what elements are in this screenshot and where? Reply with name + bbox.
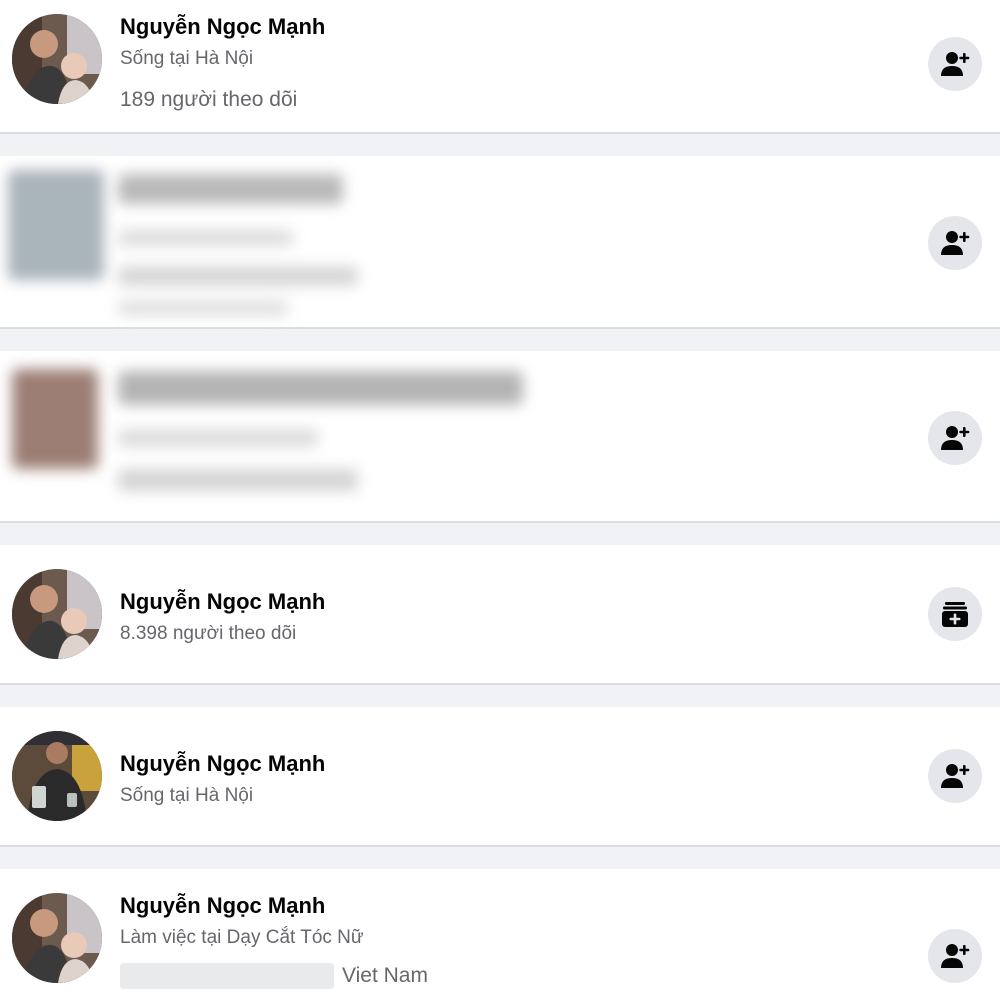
search-results-list: Nguyễn Ngọc Mạnh Sống tại Hà Nội 189 ngư…: [0, 0, 1000, 994]
add-page-button[interactable]: [928, 587, 982, 641]
result-card[interactable]: Nguyễn Ngọc Mạnh 8.398 người theo dõi: [0, 545, 1000, 685]
result-name[interactable]: Nguyễn Ngọc Mạnh: [120, 589, 325, 615]
result-followers: 8.398 người theo dõi: [120, 623, 297, 644]
result-workplace: Làm việc tại Dạy Cắt Tóc Nữ: [120, 927, 364, 948]
result-followers: 189 người theo dõi: [120, 88, 298, 111]
result-country: Viet Nam: [342, 964, 428, 987]
blurred-line: [118, 429, 318, 447]
blurred-name: [118, 371, 523, 405]
add-friend-icon: [941, 944, 970, 968]
result-card[interactable]: [0, 156, 1000, 329]
blurred-avatar: [12, 369, 98, 469]
avatar[interactable]: [12, 893, 102, 983]
avatar[interactable]: [12, 14, 102, 104]
result-name[interactable]: Nguyễn Ngọc Mạnh: [120, 14, 325, 40]
blurred-name: [118, 174, 343, 204]
result-name[interactable]: Nguyễn Ngọc Mạnh: [120, 751, 325, 777]
add-friend-button[interactable]: [928, 411, 982, 465]
result-name[interactable]: Nguyễn Ngọc Mạnh: [120, 893, 325, 919]
avatar[interactable]: [12, 569, 102, 659]
redacted-text: [120, 963, 334, 989]
add-friend-icon: [941, 426, 970, 450]
result-card[interactable]: Nguyễn Ngọc Mạnh Sống tại Hà Nội 189 ngư…: [0, 0, 1000, 134]
result-location: Sống tại Hà Nội: [120, 785, 254, 806]
add-friend-button[interactable]: [928, 929, 982, 983]
blurred-line: [118, 469, 358, 491]
result-card[interactable]: Nguyễn Ngọc Mạnh Sống tại Hà Nội: [0, 707, 1000, 847]
add-friend-button[interactable]: [928, 37, 982, 91]
result-location: Sống tại Hà Nội: [120, 48, 254, 69]
add-page-icon: [942, 602, 968, 627]
add-friend-icon: [941, 764, 970, 788]
add-friend-button[interactable]: [928, 749, 982, 803]
add-friend-icon: [941, 231, 970, 255]
add-friend-icon: [941, 52, 970, 76]
blurred-line: [118, 230, 293, 246]
blurred-line: [118, 300, 288, 316]
blurred-avatar: [8, 170, 104, 280]
result-card[interactable]: [0, 351, 1000, 523]
result-location-line: Viet Nam: [120, 963, 428, 989]
add-friend-button[interactable]: [928, 216, 982, 270]
blurred-line: [118, 266, 358, 286]
avatar[interactable]: [12, 731, 102, 821]
result-card[interactable]: Nguyễn Ngọc Mạnh Làm việc tại Dạy Cắt Tó…: [0, 869, 1000, 994]
